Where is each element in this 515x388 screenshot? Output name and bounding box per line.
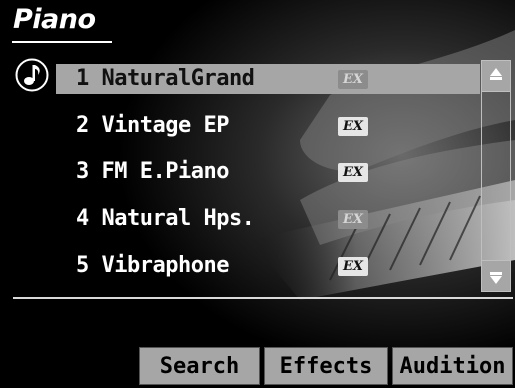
ex-badge: EX: [338, 257, 368, 276]
tone-name: 4 Natural Hps.: [76, 206, 255, 231]
scroll-down-button[interactable]: [482, 261, 510, 291]
ex-badge: EX: [338, 210, 368, 229]
ex-badge: EX: [338, 70, 368, 89]
tone-list-item[interactable]: 2 Vintage EP EX: [56, 111, 480, 141]
tone-list-item[interactable]: 5 Vibraphone EX: [56, 251, 480, 281]
tone-name: 1 NaturalGrand: [76, 66, 255, 91]
scroll-up-arrow-icon: [490, 68, 502, 80]
ex-badge: EX: [338, 163, 368, 182]
music-note-icon: [15, 58, 49, 92]
effects-button[interactable]: Effects: [264, 347, 388, 385]
tone-list-item[interactable]: 1 NaturalGrand EX: [56, 64, 480, 94]
audition-button[interactable]: Audition: [392, 347, 513, 385]
search-button[interactable]: Search: [139, 347, 260, 385]
ex-badge: EX: [338, 117, 368, 136]
tone-name: 2 Vintage EP: [76, 113, 229, 138]
tone-list-item[interactable]: 3 FM E.Piano EX: [56, 157, 480, 187]
tone-name: 3 FM E.Piano: [76, 159, 229, 184]
scrollbar[interactable]: [481, 60, 511, 292]
piano-hands-background: [0, 0, 515, 388]
separator-line: [13, 297, 513, 299]
tone-list-item[interactable]: 4 Natural Hps. EX: [56, 204, 480, 234]
scroll-track[interactable]: [482, 91, 510, 261]
scroll-up-button[interactable]: [482, 61, 510, 91]
title-underline: [12, 41, 112, 43]
scroll-down-arrow-icon: [490, 272, 502, 284]
tone-name: 5 Vibraphone: [76, 253, 229, 278]
page-title: Piano: [13, 4, 96, 35]
